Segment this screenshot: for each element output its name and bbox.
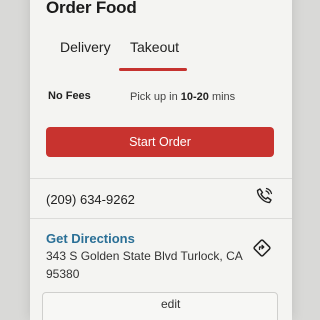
store-address: 343 S Golden State Blvd Turlock, CA 9538… xyxy=(46,247,246,283)
address-line-1: 343 S Golden State Blvd Turlock, CA xyxy=(46,249,243,263)
get-directions-link[interactable]: Get Directions xyxy=(46,231,135,246)
phone-icon[interactable] xyxy=(254,186,274,206)
phone-number[interactable]: (209) 634-9262 xyxy=(46,192,135,207)
divider xyxy=(30,178,292,179)
tab-takeout[interactable]: Takeout xyxy=(130,39,179,55)
active-tab-indicator xyxy=(119,68,187,71)
order-mode-tabs: Delivery Takeout xyxy=(46,39,276,73)
no-fees-label: No Fees xyxy=(48,90,91,102)
tab-delivery[interactable]: Delivery xyxy=(60,39,111,55)
address-line-2: 95380 xyxy=(46,267,80,281)
pickup-time-value: 10-20 xyxy=(180,91,209,103)
pickup-prefix: Pick up in xyxy=(130,91,181,103)
directions-icon[interactable] xyxy=(252,238,272,258)
page-title: Order Food xyxy=(46,0,137,17)
bottom-option-box[interactable]: edit xyxy=(42,292,278,320)
pickup-suffix: mins xyxy=(208,91,236,103)
pickup-time-text: Pick up in 10-20 mins xyxy=(130,91,235,103)
order-food-panel: Order Food Delivery Takeout No Fees Pick… xyxy=(30,0,292,320)
bottom-option-text: edit xyxy=(161,297,181,311)
divider xyxy=(30,218,292,219)
start-order-button[interactable]: Start Order xyxy=(46,127,274,157)
